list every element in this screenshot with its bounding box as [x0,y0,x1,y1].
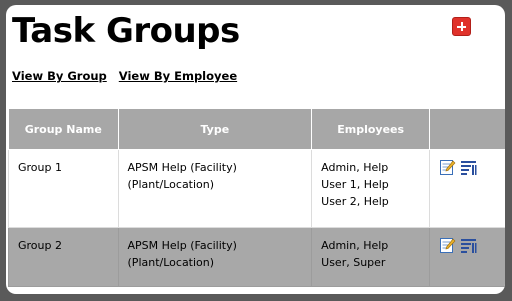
cell-group-name: Group 2 [8,227,119,287]
header-type[interactable]: Type [117,108,313,150]
window-frame: Task Groups View By Group View By Employ… [0,0,512,301]
table-row: Group 2 APSM Help (Facility) (Plant/Loca… [8,227,505,287]
employee-name: User 1, Help [321,178,389,191]
view-by-employee-link[interactable]: View By Employee [119,69,237,83]
cell-group-name: Group 1 [8,149,119,228]
employee-name: Admin, Help [321,161,389,174]
list-sort-icon[interactable] [460,237,477,254]
page-title: Task Groups [12,11,240,51]
cell-type: APSM Help (Facility) (Plant/Location) [117,149,313,228]
edit-note-icon[interactable] [439,159,456,176]
cell-actions [429,149,505,228]
employee-name: User 2, Help [321,195,389,208]
table-header-row: Group Name Type Employees [8,108,505,150]
cell-employees: Admin, Help User 1, Help User 2, Help [311,149,431,228]
cell-type: APSM Help (Facility) (Plant/Location) [117,227,313,287]
task-groups-table: Group Name Type Employees Group 1 APSM H… [8,108,505,287]
cell-actions [429,227,505,287]
employee-name: User, Super [321,256,386,269]
header-actions [429,108,505,150]
add-group-button[interactable] [452,17,471,36]
employee-name: Admin, Help [321,239,389,252]
header-employees[interactable]: Employees [311,108,431,150]
header-group-name[interactable]: Group Name [8,108,119,150]
view-links: View By Group View By Employee [12,69,245,83]
view-by-group-link[interactable]: View By Group [12,69,107,83]
table-row: Group 1 APSM Help (Facility) (Plant/Loca… [8,149,505,228]
content-panel: Task Groups View By Group View By Employ… [6,5,505,294]
edit-note-icon[interactable] [439,237,456,254]
cell-employees: Admin, Help User, Super [311,227,431,287]
list-sort-icon[interactable] [460,159,477,176]
